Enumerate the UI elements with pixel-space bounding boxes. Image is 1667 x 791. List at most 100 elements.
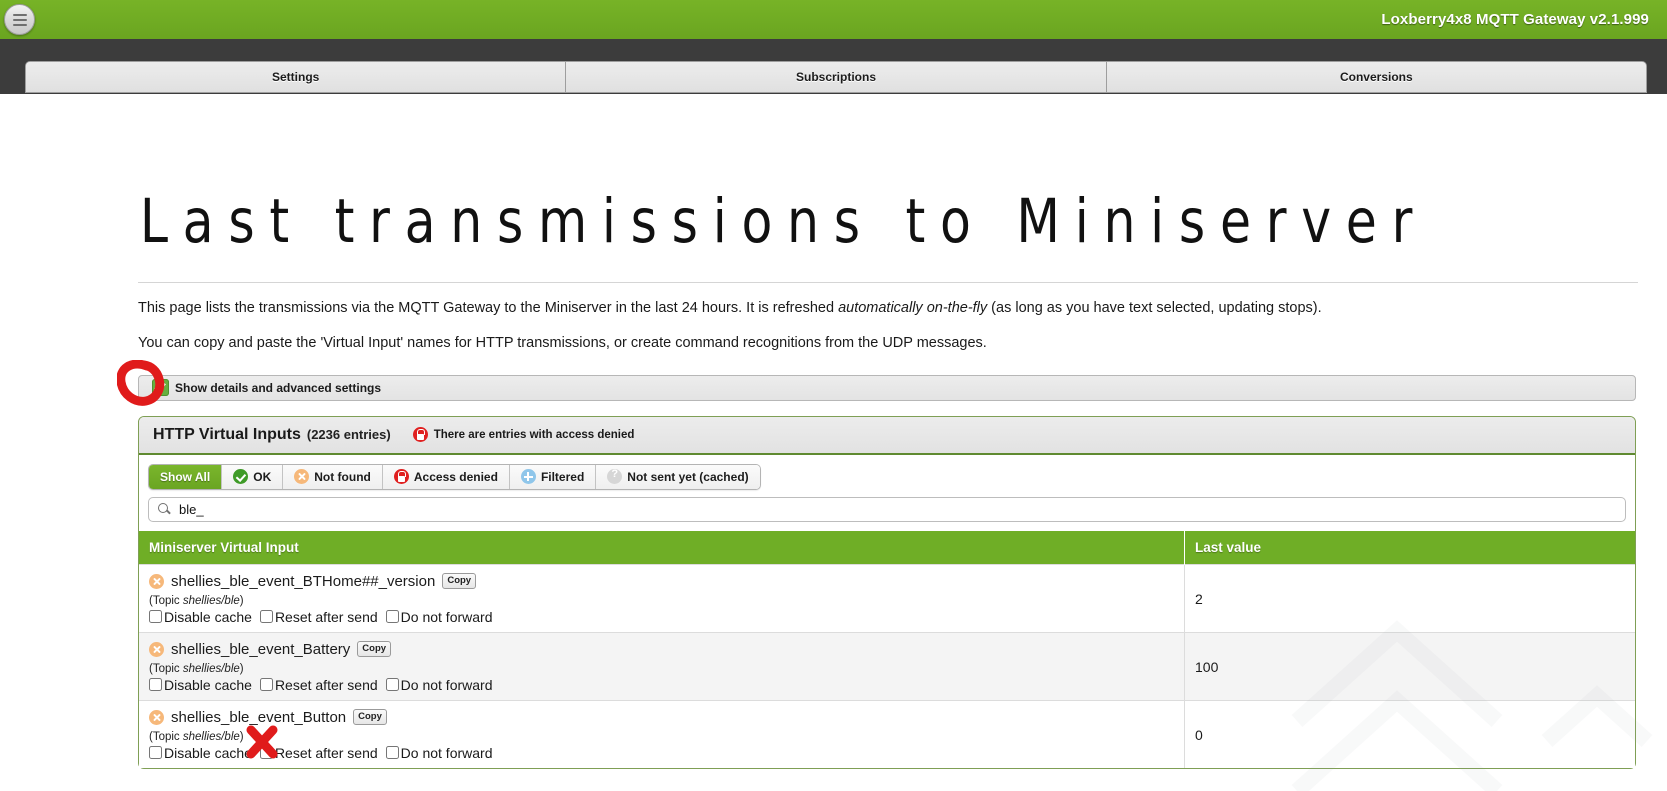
show-details-bar[interactable]: Show details and advanced settings (117, 359, 1636, 406)
reset-after-send-label: Reset after send (274, 676, 378, 693)
topic-prefix: (Topic (149, 594, 183, 607)
virtual-input-name: shellies_ble_event_BTHome##_version (171, 572, 436, 590)
virtual-input-name-line: shellies_ble_event_Battery Copy (149, 641, 1184, 658)
row-options: Disable cache Reset after send Do not fo… (149, 677, 1184, 693)
do-not-forward-label: Do not forward (400, 676, 493, 693)
hamburger-menu-icon[interactable] (4, 4, 35, 35)
tab-subscriptions[interactable]: Subscriptions (566, 62, 1107, 92)
search-input[interactable] (175, 501, 1625, 517)
show-details-checkbox[interactable] (152, 379, 169, 397)
topic-value: shellies/ble (182, 662, 240, 675)
filter-not-found[interactable]: Not found (283, 464, 383, 489)
virtual-input-name-line: shellies_ble_event_Button Copy (149, 709, 1184, 726)
reset-after-send-option[interactable]: Reset after send (259, 608, 378, 625)
filter-not-sent-yet[interactable]: Not sent yet (cached) (596, 464, 760, 489)
disable-cache-label: Disable cache (164, 608, 252, 625)
topic-prefix: (Topic (149, 662, 183, 675)
filter-not-sent-yet-label: Not sent yet (cached) (627, 469, 749, 484)
disable-cache-checkbox[interactable] (149, 678, 162, 692)
disable-cache-option[interactable]: Disable cache (149, 609, 252, 625)
reset-after-send-checkbox[interactable] (259, 610, 273, 624)
not-found-icon (149, 709, 164, 725)
filter-filtered[interactable]: Filtered (509, 464, 597, 489)
disable-cache-checkbox[interactable] (149, 610, 162, 624)
topic-value: shellies/ble (182, 730, 240, 743)
do-not-forward-checkbox[interactable] (385, 610, 399, 624)
page-title: Last transmissions to Miniserver (139, 186, 1428, 257)
intro-paragraph-1: This page lists the transmissions via th… (138, 299, 1638, 318)
table-cell-last-value: 100 (1184, 631, 1635, 701)
table-cell-last-value: 2 (1184, 563, 1635, 633)
filter-show-all[interactable]: Show All (149, 464, 223, 489)
page-body: Last transmissions to Miniserver This pa… (0, 94, 1667, 791)
table-cell-virtual-input: shellies_ble_event_Button Copy (Topic sh… (139, 699, 1185, 768)
reset-after-send-label: Reset after send (274, 608, 378, 625)
intro-text-2: (as long as you have text selected, upda… (987, 300, 1322, 317)
ok-icon (233, 469, 249, 485)
do-not-forward-label: Do not forward (400, 608, 493, 625)
copy-button[interactable]: Copy (353, 709, 387, 726)
panel-entry-count: (2236 entries) (306, 427, 391, 443)
virtual-inputs-table: Miniserver Virtual Input Last value shel… (139, 530, 1635, 768)
filter-ok-label: OK (253, 469, 272, 484)
table-cell-last-value: 0 (1184, 699, 1635, 768)
disable-cache-checkbox[interactable] (149, 746, 162, 760)
disable-cache-option[interactable]: Disable cache (149, 677, 252, 693)
copy-button[interactable]: Copy (442, 573, 477, 590)
panel-header: HTTP Virtual Inputs (2236 entries) There… (139, 416, 1635, 455)
virtual-input-name-line: shellies_ble_event_BTHome##_version Copy (149, 573, 1184, 590)
intro-paragraph-2: You can copy and paste the 'Virtual Inpu… (138, 334, 987, 351)
filter-show-all-label: Show All (160, 469, 211, 484)
menu-line (12, 18, 27, 21)
title-divider (138, 282, 1638, 284)
topic-suffix: ) (239, 730, 244, 743)
reset-after-send-option[interactable]: Reset after send (259, 676, 378, 693)
virtual-input-name: shellies_ble_event_Button (171, 708, 347, 726)
http-virtual-inputs-panel: HTTP Virtual Inputs (2236 entries) There… (138, 415, 1636, 769)
search-bar[interactable] (148, 496, 1626, 522)
panel-warning-text: There are entries with access denied (433, 428, 635, 441)
disable-cache-option[interactable]: Disable cache (149, 745, 252, 761)
tab-conversions[interactable]: Conversions (1106, 62, 1646, 92)
filter-filtered-label: Filtered (540, 469, 585, 484)
filter-bar: Show All OK Not found Access denied Filt… (139, 455, 1635, 490)
do-not-forward-option[interactable]: Do not forward (385, 608, 493, 625)
not-found-icon (149, 573, 164, 589)
reset-after-send-option[interactable]: Reset after send (259, 744, 378, 761)
do-not-forward-checkbox[interactable] (385, 746, 399, 760)
filtered-icon (520, 469, 536, 485)
do-not-forward-checkbox[interactable] (385, 678, 399, 692)
not-found-icon (294, 469, 310, 485)
copy-button[interactable]: Copy (357, 641, 392, 658)
tab-settings[interactable]: Settings (26, 62, 567, 92)
reset-after-send-label: Reset after send (274, 744, 378, 761)
column-miniserver-virtual-input: Miniserver Virtual Input (139, 530, 1185, 565)
topic-suffix: ) (239, 662, 244, 675)
column-last-value: Last value (1184, 530, 1635, 565)
reset-after-send-checkbox[interactable] (259, 746, 273, 760)
table-row: shellies_ble_event_BTHome##_version Copy… (139, 563, 1635, 633)
menu-line (12, 13, 27, 16)
app-title: Loxberry4x8 MQTT Gateway v2.1.999 (1381, 11, 1649, 28)
panel-warning: There are entries with access denied (412, 427, 635, 443)
tab-bar: Settings Subscriptions Conversions (0, 58, 1667, 94)
reset-after-send-checkbox[interactable] (259, 678, 273, 692)
not-found-icon (149, 641, 164, 657)
do-not-forward-label: Do not forward (400, 744, 493, 761)
do-not-forward-option[interactable]: Do not forward (385, 744, 493, 761)
filter-ok[interactable]: OK (222, 464, 284, 489)
row-options: Disable cache Reset after send Do not fo… (149, 745, 1184, 761)
do-not-forward-option[interactable]: Do not forward (385, 676, 493, 693)
topic-value: shellies/ble (182, 594, 240, 607)
table-row: shellies_ble_event_Button Copy (Topic sh… (139, 699, 1635, 768)
filter-not-found-label: Not found (314, 469, 371, 484)
disable-cache-label: Disable cache (164, 676, 252, 693)
filter-access-denied[interactable]: Access denied (382, 464, 510, 489)
topic-prefix: (Topic (149, 730, 183, 743)
table-header: Miniserver Virtual Input Last value (139, 530, 1635, 565)
intro-text-1: This page lists the transmissions via th… (138, 300, 839, 317)
cached-icon (607, 468, 623, 485)
show-details-label: Show details and advanced settings (175, 380, 382, 395)
table-cell-virtual-input: shellies_ble_event_BTHome##_version Copy… (139, 563, 1185, 633)
topic-line: (Topic shellies/ble) (149, 663, 1184, 675)
